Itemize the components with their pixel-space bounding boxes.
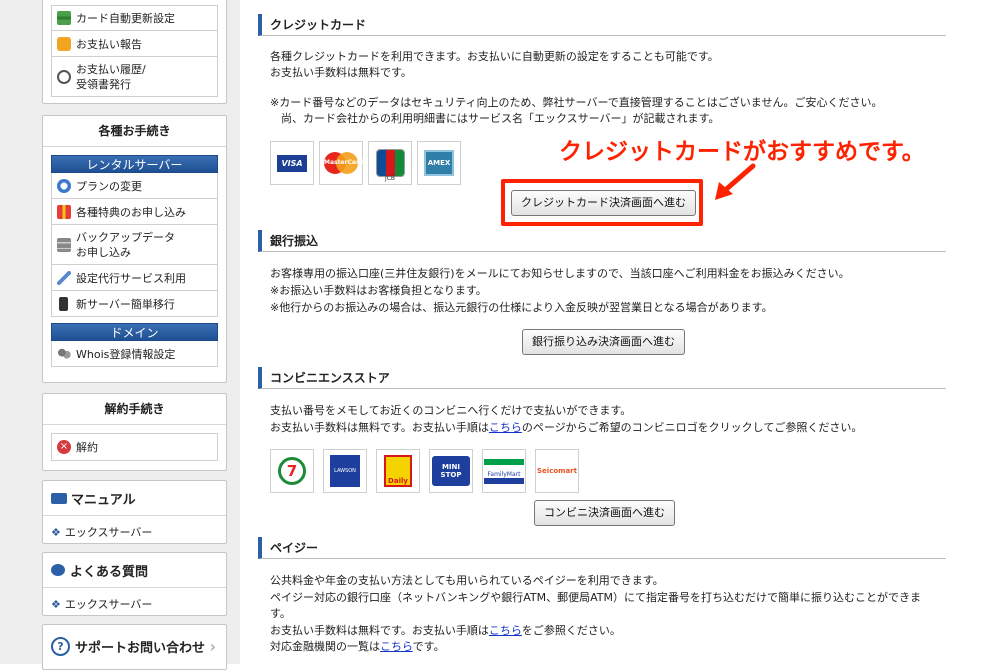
sidebar-item-setup-service[interactable]: 設定代行サービス利用: [51, 265, 218, 291]
seven-eleven-logo[interactable]: 7: [270, 449, 314, 493]
payeasy-procedure-link[interactable]: こちら: [489, 624, 522, 637]
payment-menu-box: カード自動更新設定 お支払い報告 お支払い履歴/ 受領書発行: [42, 0, 227, 104]
server-icon: [59, 296, 68, 311]
sidebar-item-backup-data[interactable]: バックアップデータ お申し込み: [51, 225, 218, 265]
sidebar-item-payment-history[interactable]: お支払い履歴/ 受領書発行: [51, 57, 218, 97]
speech-bubble-icon: [57, 36, 71, 51]
faq-title[interactable]: よくある質問: [43, 553, 226, 588]
cancel-box: 解約手続き × 解約: [42, 393, 227, 471]
diamond-bullet-icon: ❖: [51, 525, 61, 539]
sidebar: カード自動更新設定 お支払い報告 お支払い履歴/ 受領書発行 各種お手続き レン…: [0, 0, 240, 670]
bank-transfer-checkout-button[interactable]: 銀行振り込み決済画面へ進む: [522, 329, 685, 355]
payeasy-bank-list-link[interactable]: こちら: [380, 640, 413, 653]
lawson-logo[interactable]: LAWSON: [323, 449, 367, 493]
credit-card-icon: [57, 11, 71, 25]
payeasy-description: 公共料金や年金の支払い方法としても用いられているペイジーを利用できます。 ペイジ…: [270, 574, 921, 653]
sidebar-item-whois[interactable]: Whois登録情報設定: [51, 341, 218, 367]
amex-logo: AMEX: [417, 141, 461, 185]
arrow-pointer-icon: [713, 162, 757, 202]
users-icon: [57, 346, 71, 361]
sidebar-item-payment-report[interactable]: お支払い報告: [51, 31, 218, 57]
procedures-title: 各種お手続き: [43, 116, 226, 147]
diamond-bullet-icon: ❖: [51, 597, 61, 611]
manual-link-xserver[interactable]: ❖ エックスサーバー: [43, 516, 226, 548]
procedures-box: 各種お手続き レンタルサーバー プランの変更 各種特典のお申し込み バックアップ…: [42, 115, 227, 383]
sidebar-item-auto-renew-card[interactable]: カード自動更新設定: [51, 5, 218, 31]
credit-card-checkout-button[interactable]: クレジットカード決済画面へ進む: [511, 190, 696, 216]
chat-bubble-icon: [51, 564, 65, 576]
bank-transfer-section-title: 銀行振込: [258, 230, 946, 252]
gift-icon: [57, 204, 71, 219]
refresh-arrows-icon: [57, 178, 71, 193]
question-circle-icon: ?: [51, 636, 70, 656]
mastercard-logo: MasterCard: [319, 141, 363, 185]
credit-card-notes: ※カード番号などのデータはセキュリティ向上のため、弊社サーバーで直接管理すること…: [270, 96, 883, 125]
support-title[interactable]: ? サポートお問い合わせ ›: [43, 625, 226, 667]
ministop-logo[interactable]: MINI STOP: [429, 449, 473, 493]
faq-link-xserver[interactable]: ❖ エックスサーバー: [43, 588, 226, 620]
manual-title[interactable]: マニュアル: [43, 481, 226, 516]
sidebar-item-benefits[interactable]: 各種特典のお申し込み: [51, 199, 218, 225]
rental-server-header: レンタルサーバー: [51, 155, 218, 173]
backup-server-icon: [57, 237, 71, 252]
book-icon: [51, 492, 67, 504]
domain-header: ドメイン: [51, 323, 218, 341]
cancel-title: 解約手続き: [43, 394, 226, 425]
main-content: クレジットカード 各種クレジットカードを利用できます。お支払いに自動更新の設定を…: [258, 0, 948, 664]
clock-icon: [57, 69, 71, 84]
seicomart-logo[interactable]: Seicomart: [535, 449, 579, 493]
bank-transfer-description: お客様専用の振込口座(三井住友銀行)をメールにてお知らせしますので、当該口座へご…: [270, 267, 850, 314]
chevron-right-icon: ›: [209, 636, 216, 656]
sidebar-item-plan-change[interactable]: プランの変更: [51, 173, 218, 199]
credit-card-section-title: クレジットカード: [258, 14, 946, 36]
convenience-store-description: 支払い番号をメモしてお近くのコンビニへ行くだけで支払いができます。 お支払い手数…: [270, 404, 863, 434]
convenience-procedure-link[interactable]: こちら: [489, 421, 522, 434]
jcb-logo: JCB: [368, 141, 412, 185]
support-box[interactable]: ? サポートお問い合わせ ›: [42, 624, 227, 670]
manual-box: マニュアル ❖ エックスサーバー: [42, 480, 227, 544]
cancel-x-icon: ×: [57, 440, 71, 454]
wrench-icon: [57, 270, 71, 285]
faq-box: よくある質問 ❖ エックスサーバー: [42, 552, 227, 616]
convenience-store-checkout-button[interactable]: コンビニ決済画面へ進む: [534, 500, 675, 526]
visa-logo: VISA: [270, 141, 314, 185]
recommend-annotation: クレジットカードがおすすめです。: [559, 139, 925, 165]
convenience-store-section-title: コンビニエンスストア: [258, 367, 946, 389]
payeasy-section-title: ペイジー: [258, 537, 946, 559]
familymart-logo[interactable]: FamilyMart: [482, 449, 526, 493]
credit-card-description: 各種クレジットカードを利用できます。お支払いに自動更新の設定をすることも可能です…: [270, 50, 719, 79]
sidebar-item-server-migration[interactable]: 新サーバー簡単移行: [51, 291, 218, 317]
daily-yamazaki-logo[interactable]: Daily: [376, 449, 420, 493]
sidebar-item-cancel[interactable]: × 解約: [51, 433, 218, 461]
